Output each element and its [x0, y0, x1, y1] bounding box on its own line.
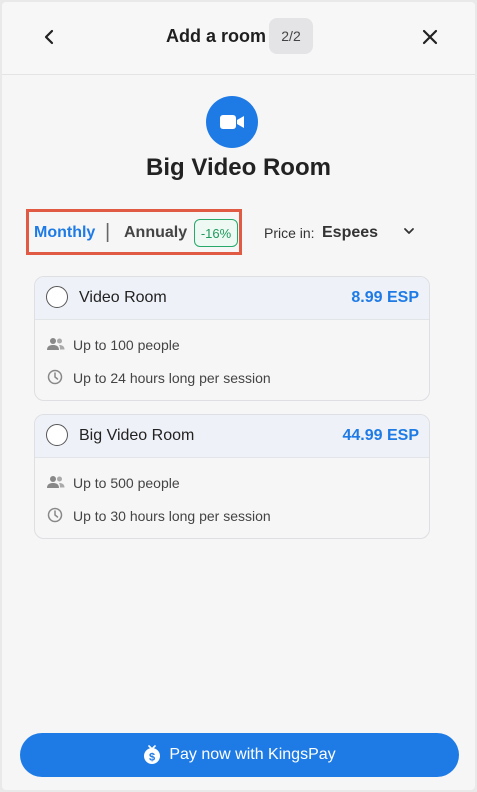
discount-badge: -16% [194, 219, 238, 247]
pay-now-label: Pay now with KingsPay [169, 746, 336, 763]
room-title: Big Video Room [146, 154, 331, 181]
plan-card-video-room[interactable]: Video Room 8.99 ESP Up to 100 people Up … [34, 276, 430, 401]
feature-capacity: Up to 100 people [35, 328, 429, 361]
currency-dropdown[interactable]: Espees [320, 218, 420, 248]
people-icon [47, 476, 65, 488]
feature-text: Up to 100 people [73, 337, 180, 353]
add-room-modal: Add a room 2/2 Big Video Room Monthly | … [2, 2, 475, 790]
page-title: Add a room [166, 26, 267, 46]
feature-capacity: Up to 500 people [35, 466, 429, 499]
plan-price: 44.99 ESP [342, 427, 420, 444]
people-icon [47, 338, 65, 350]
modal-header: Add a room 2/2 [2, 2, 475, 75]
plan-radio[interactable] [46, 424, 68, 446]
dollar-coin-icon: $ [144, 745, 161, 764]
tab-monthly[interactable]: Monthly [34, 224, 95, 242]
back-button[interactable] [34, 22, 64, 52]
plan-card-header: Video Room 8.99 ESP [35, 277, 429, 320]
feature-duration: Up to 30 hours long per session [35, 499, 429, 532]
plan-card-header: Big Video Room 44.99 ESP [35, 415, 429, 458]
feature-duration: Up to 24 hours long per session [35, 361, 429, 394]
chevron-left-icon [44, 29, 54, 45]
plan-name: Big Video Room [79, 427, 195, 444]
svg-text:$: $ [149, 752, 155, 764]
close-icon [422, 29, 438, 45]
video-camera-icon [206, 96, 258, 148]
feature-text: Up to 30 hours long per session [73, 508, 271, 524]
plan-price: 8.99 ESP [351, 289, 419, 306]
plan-radio[interactable] [46, 286, 68, 308]
tab-annual[interactable]: Annualy [124, 224, 187, 242]
tab-separator: | [105, 221, 111, 243]
feature-text: Up to 24 hours long per session [73, 370, 271, 386]
price-in-label: Price in: [264, 225, 315, 241]
plan-name: Video Room [79, 289, 167, 306]
feature-text: Up to 500 people [73, 475, 180, 491]
plan-card-big-video-room[interactable]: Big Video Room 44.99 ESP Up to 500 peopl… [34, 414, 430, 539]
pay-now-button[interactable]: $ Pay now with KingsPay [20, 733, 459, 777]
step-badge: 2/2 [269, 18, 313, 54]
clock-icon [47, 507, 63, 523]
close-button[interactable] [415, 22, 445, 52]
clock-icon [47, 369, 63, 385]
chevron-down-icon [404, 228, 414, 234]
currency-value: Espees [322, 224, 379, 241]
